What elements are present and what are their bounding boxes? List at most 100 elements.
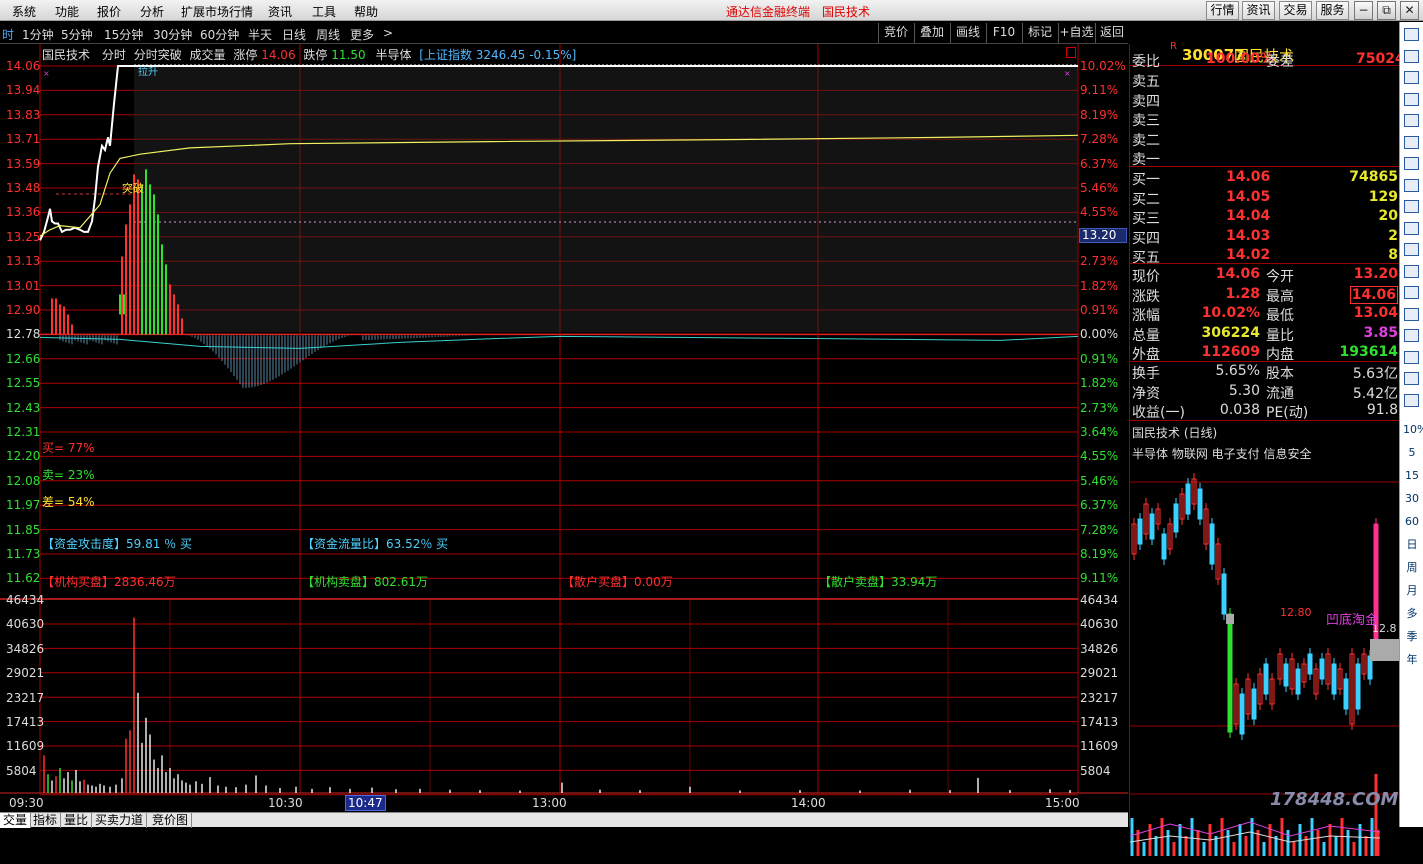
- weibi-label: 委比: [1132, 54, 1160, 70]
- bid-row: 买三 14.04 20: [1130, 207, 1400, 227]
- mini-price-label: 12.80: [1280, 606, 1312, 619]
- bid-label: 买三: [1132, 211, 1160, 227]
- tab-volume-ratio[interactable]: 量比: [61, 813, 93, 828]
- stat2-value: 0.038: [1219, 402, 1260, 418]
- top-marker: ×: [43, 69, 50, 78]
- volume-axis-label-right: 46434: [1080, 593, 1119, 607]
- calc-icon[interactable]: [1404, 221, 1419, 235]
- stat-label-2: 最低: [1266, 308, 1294, 324]
- stat-value-2: 13.04: [1353, 305, 1398, 321]
- restore-icon[interactable]: ⧉: [1377, 1, 1396, 20]
- sidebar-period-1[interactable]: 5: [1403, 445, 1421, 461]
- stat-value-2: 13.20: [1353, 266, 1398, 282]
- kline-icon[interactable]: [1404, 393, 1419, 407]
- time-label: 14:00: [791, 796, 826, 810]
- volume-axis-label-right: 11609: [1080, 739, 1119, 754]
- institution-sell: 【机构卖盘】802.61万: [302, 575, 428, 589]
- percent-axis-label: 5.46%: [1080, 181, 1119, 195]
- candle-body: [1295, 668, 1301, 695]
- top-button-service[interactable]: 服务: [1316, 1, 1349, 20]
- retail-buy: 【散户买盘】0.00万: [562, 575, 673, 589]
- bid-price: 14.03: [1226, 227, 1271, 244]
- candle-body: [1263, 663, 1269, 695]
- stat2-value-2: 5.63亿: [1352, 366, 1398, 382]
- wave-icon[interactable]: [1404, 329, 1419, 342]
- percent-axis-label: 0.91%: [1080, 303, 1119, 317]
- stat-value: 306224: [1201, 324, 1260, 341]
- search-icon[interactable]: [1404, 286, 1419, 299]
- volume-axis-label-right: 17413: [1080, 715, 1119, 729]
- sidebar-period-2[interactable]: 15: [1403, 468, 1421, 484]
- bid-label: 买四: [1132, 230, 1160, 247]
- sidebar-period-5[interactable]: 日: [1403, 537, 1421, 553]
- percent-axis-label: 1.82%: [1080, 376, 1119, 391]
- close-icon[interactable]: ✕: [1400, 1, 1419, 20]
- scroll-up-icon[interactable]: [1404, 28, 1419, 41]
- sidebar-period-9[interactable]: 季: [1403, 629, 1421, 645]
- diff-ratio: 差= 54%: [42, 495, 95, 509]
- fz-icon[interactable]: [1404, 264, 1419, 278]
- percent-axis-label: 2.73%: [1080, 254, 1119, 269]
- percent-axis-label: 2.73%: [1080, 400, 1119, 415]
- top-button-trade[interactable]: 交易: [1279, 1, 1312, 20]
- calendar-icon[interactable]: [1404, 243, 1419, 256]
- list-icon[interactable]: [1404, 71, 1419, 84]
- price-axis-label: 12.66: [6, 351, 41, 366]
- stat-value: 14.06: [1215, 266, 1260, 282]
- stat-label: 涨幅: [1132, 308, 1160, 324]
- sidebar-period-7[interactable]: 月: [1403, 583, 1421, 599]
- bid-volume: 74865: [1349, 169, 1398, 185]
- price-axis-label: 13.71: [6, 132, 41, 147]
- sidebar-period-6[interactable]: 周: [1403, 560, 1421, 576]
- stat2-value: 5.65%: [1215, 363, 1260, 379]
- tab-indicator[interactable]: 指标: [30, 813, 62, 828]
- bid-row: 买四 14.03 2: [1130, 227, 1400, 247]
- sidebar-period-8[interactable]: 多: [1403, 606, 1421, 622]
- tab-buy-sell-force[interactable]: 买卖力道: [92, 813, 148, 828]
- flow-line: [39, 335, 1079, 349]
- price-axis-label: 13.01: [6, 278, 41, 293]
- bid-label: 买一: [1132, 172, 1160, 188]
- percent-axis-label: 1.82%: [1080, 278, 1119, 293]
- sidebar-period-10[interactable]: 年: [1403, 652, 1421, 668]
- ask-row: 卖二: [1130, 129, 1400, 149]
- chart-icon[interactable]: [1404, 92, 1419, 106]
- bid-volume: 2: [1388, 227, 1398, 244]
- f-icon[interactable]: [1404, 200, 1419, 213]
- price-axis-label: 13.59: [6, 156, 41, 171]
- cursor-price-label: 13.20: [1079, 228, 1127, 243]
- candle-body: [1197, 488, 1203, 520]
- percent-axis-label: 7.28%: [1080, 132, 1119, 147]
- minimize-icon[interactable]: −: [1354, 1, 1373, 20]
- sidebar-period-4[interactable]: 60: [1403, 514, 1421, 530]
- tick-chart: × ×: [0, 44, 1128, 796]
- line-icon[interactable]: [1404, 372, 1419, 385]
- right-toolbar: 10% 5 15 30 60 日周月多季年: [1399, 22, 1423, 827]
- bars-icon[interactable]: [1404, 157, 1419, 170]
- candle-icon[interactable]: [1404, 350, 1419, 364]
- grid-icon[interactable]: [1404, 49, 1419, 63]
- top-button-market[interactable]: 行情: [1206, 1, 1239, 20]
- tab-volume[interactable]: 交量: [0, 813, 32, 828]
- watermark: 178448.COM: [1270, 789, 1399, 810]
- stat2-label: 净资: [1132, 385, 1160, 402]
- price-axis-label: 11.97: [6, 498, 41, 513]
- stat-row: 涨幅 10.02% 最低 13.04: [1130, 304, 1400, 324]
- candle-body: [1137, 518, 1143, 545]
- percent-axis-label: 7.28%: [1080, 522, 1119, 537]
- stat-row: 涨跌 1.28 最高 14.06: [1130, 285, 1400, 305]
- candle-body: [1331, 663, 1337, 695]
- tab-auction-chart[interactable]: 竞价图: [149, 813, 193, 828]
- sidebar-period-3[interactable]: 30: [1403, 491, 1421, 507]
- table-icon[interactable]: [1404, 114, 1419, 127]
- capital-flow: 【资金流量比】63.52％ 买: [302, 537, 449, 551]
- price-axis-label: 13.48: [6, 181, 41, 195]
- trend-icon[interactable]: [1404, 135, 1419, 149]
- circle-icon[interactable]: [1404, 307, 1419, 321]
- sidebar-period-0[interactable]: 10%: [1403, 422, 1423, 438]
- volume-axis-label-right: 29021: [1080, 666, 1119, 681]
- bid-row: 买一 14.06 74865: [1130, 168, 1400, 188]
- bid-row: 买二 14.05 129: [1130, 188, 1400, 208]
- news-icon[interactable]: [1404, 178, 1419, 192]
- top-button-news[interactable]: 资讯: [1242, 1, 1275, 20]
